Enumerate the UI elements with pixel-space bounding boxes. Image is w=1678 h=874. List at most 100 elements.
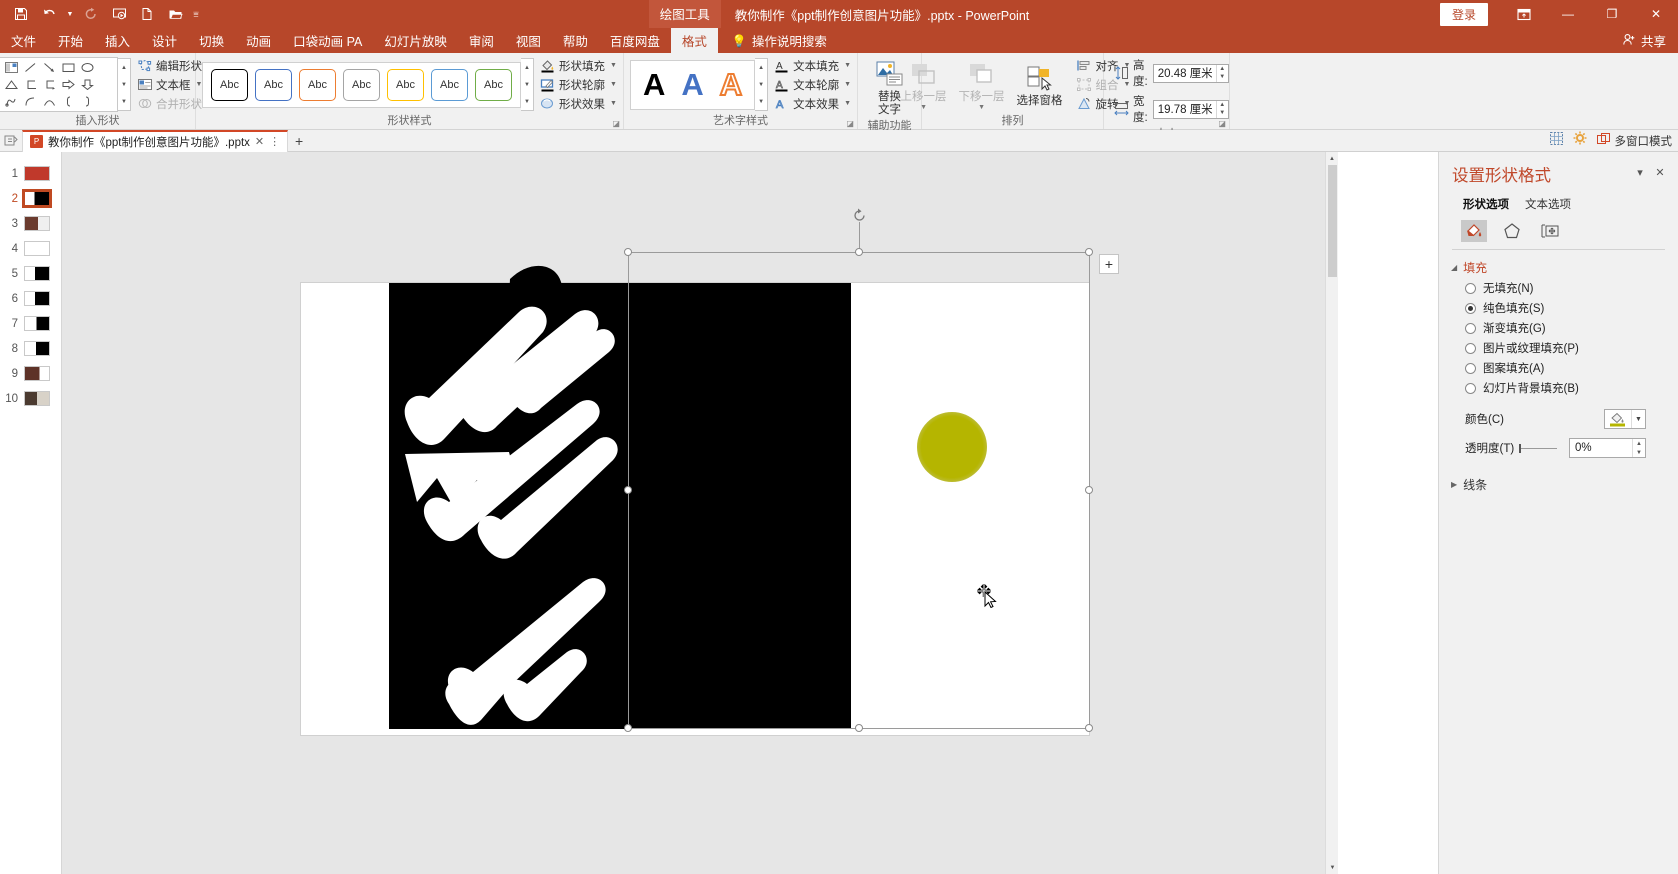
height-spin-up-icon[interactable]: ▲ <box>1217 65 1228 74</box>
shape-styles-scroll[interactable]: ▲ ▼ ▼ <box>521 58 535 111</box>
slide-thumbnail-image[interactable] <box>24 166 50 181</box>
slide-thumbnail-image[interactable] <box>24 341 50 356</box>
minimize-button[interactable]: — <box>1546 0 1590 28</box>
shape-freeform-icon[interactable] <box>2 93 21 110</box>
tab-review[interactable]: 审阅 <box>458 28 505 53</box>
transparency-spin-down-icon[interactable]: ▼ <box>1633 448 1645 457</box>
save-icon[interactable] <box>8 2 34 26</box>
grid-toggle-icon[interactable] <box>1549 131 1563 150</box>
shape-effects-button[interactable]: 形状效果 ▼ <box>540 96 617 112</box>
shape-triangle-icon[interactable] <box>2 76 21 93</box>
shapes-more-icon[interactable]: ▼ <box>118 93 130 110</box>
shape-outline-caret-icon[interactable]: ▼ <box>610 81 617 88</box>
slide-thumbnail-2[interactable]: 2 <box>0 186 61 211</box>
document-tab-more-icon[interactable]: ⋮ <box>269 135 280 148</box>
shapes-scroll-down-icon[interactable]: ▼ <box>118 76 130 93</box>
slide-thumbnail-image[interactable] <box>24 316 50 331</box>
transparency-spin-up-icon[interactable]: ▲ <box>1633 439 1645 448</box>
slide-canvas[interactable]: + <box>62 152 1338 874</box>
selection-handle-middle-left[interactable] <box>624 486 632 494</box>
text-outline-button[interactable]: A 文本轮廓 ▼ <box>774 77 851 93</box>
tab-pocket-animation[interactable]: 口袋动画 PA <box>282 28 373 53</box>
signin-button[interactable]: 登录 <box>1439 2 1488 26</box>
tab-animations[interactable]: 动画 <box>235 28 282 53</box>
tab-format[interactable]: 格式 <box>670 28 718 53</box>
fill-option-picture-texture-fill[interactable]: 图片或纹理填充(P) <box>1439 336 1678 356</box>
radio-slide-background-fill[interactable] <box>1465 382 1476 394</box>
height-spin-down-icon[interactable]: ▼ <box>1217 73 1228 82</box>
text-effects-caret-icon[interactable]: ▼ <box>844 100 851 107</box>
radio-pattern-fill[interactable] <box>1465 362 1476 374</box>
tab-slideshow[interactable]: 幻灯片放映 <box>373 28 458 53</box>
transparency-input[interactable] <box>1570 439 1632 457</box>
wordart-swatch[interactable]: A <box>719 68 743 101</box>
slide-thumbnail-image[interactable] <box>24 241 50 256</box>
text-effects-button[interactable]: A 文本效果 ▼ <box>774 96 851 112</box>
tab-file[interactable]: 文件 <box>0 28 47 53</box>
slide-thumbnail-6[interactable]: 6 <box>0 286 61 311</box>
text-outline-caret-icon[interactable]: ▼ <box>844 81 851 88</box>
shape-elbow-connector-icon[interactable] <box>21 76 40 93</box>
shape-style-swatch[interactable]: Abc <box>211 68 249 101</box>
radio-no-fill[interactable] <box>1465 282 1476 294</box>
styles-scroll-down-icon[interactable]: ▼ <box>521 76 533 93</box>
line-section-expand-icon[interactable]: ▶ <box>1451 480 1457 489</box>
wordart-swatch[interactable]: A <box>681 69 703 100</box>
document-tab-close-icon[interactable]: ✕ <box>255 135 264 148</box>
rotation-handle[interactable] <box>852 208 866 222</box>
tab-design[interactable]: 设计 <box>141 28 188 53</box>
selection-pane-button[interactable]: 选择窗格 <box>1011 59 1069 110</box>
new-file-icon[interactable] <box>134 2 160 26</box>
shape-curve-icon[interactable] <box>40 93 59 110</box>
restore-button[interactable]: ❐ <box>1590 0 1634 28</box>
wordart-scroll-up-icon[interactable]: ▲ <box>755 59 767 76</box>
size-dialog-launcher[interactable]: ◪ <box>1218 119 1226 128</box>
shape-style-swatch[interactable]: Abc <box>431 68 469 101</box>
width-spin-down-icon[interactable]: ▼ <box>1217 109 1228 118</box>
tab-list-icon[interactable] <box>0 134 22 147</box>
shape-vertical-textbox-icon[interactable] <box>2 59 21 76</box>
scroll-down-icon[interactable]: ▼ <box>1326 861 1339 874</box>
shape-style-swatch[interactable]: Abc <box>255 68 293 101</box>
shape-elbow-arrow-icon[interactable] <box>40 76 59 93</box>
scroll-thumb[interactable] <box>1328 165 1337 277</box>
slide-thumbnail-9[interactable]: 9 <box>0 361 61 386</box>
shape-arc-icon[interactable] <box>21 93 40 110</box>
size-properties-icon[interactable] <box>1537 220 1563 242</box>
width-spin-arrows[interactable]: ▲ ▼ <box>1215 100 1228 118</box>
undo-icon[interactable] <box>36 2 62 26</box>
radio-solid-fill[interactable] <box>1465 302 1476 314</box>
pane-dropdown-icon[interactable]: ▾ <box>1630 162 1650 182</box>
slide-thumbnail-image[interactable] <box>24 266 50 281</box>
slide-thumbnail-image[interactable] <box>24 216 50 231</box>
new-document-tab-button[interactable]: + <box>288 130 310 152</box>
slide-thumbnail-7[interactable]: 7 <box>0 311 61 336</box>
selection-handle-bottom-center[interactable] <box>855 724 863 732</box>
wordart-styles-gallery[interactable]: A A A <box>629 59 756 110</box>
pane-tab-shape-options[interactable]: 形状选项 <box>1463 196 1509 212</box>
selection-handle-bottom-right[interactable] <box>1085 724 1093 732</box>
undo-caret-icon[interactable]: ▼ <box>64 2 76 26</box>
start-slideshow-icon[interactable] <box>106 2 132 26</box>
canvas-vertical-scrollbar[interactable]: ▲ ▼ <box>1325 152 1338 874</box>
styles-scroll-up-icon[interactable]: ▲ <box>521 59 533 76</box>
slide-thumbnail-4[interactable]: 4 <box>0 236 61 261</box>
width-spin-up-icon[interactable]: ▲ <box>1217 101 1228 110</box>
multi-window-mode-button[interactable]: 多窗口模式 <box>1596 133 1672 149</box>
selection-handle-top-left[interactable] <box>624 248 632 256</box>
slide-thumbnail-image[interactable] <box>24 366 50 381</box>
width-input[interactable] <box>1153 100 1216 118</box>
ribbon-display-options-icon[interactable] <box>1502 0 1546 28</box>
width-stepper[interactable]: ▲ ▼ <box>1152 99 1229 119</box>
fill-option-no-fill[interactable]: 无填充(N) <box>1439 276 1678 296</box>
slide-thumbnail-1[interactable]: 1 <box>0 161 61 186</box>
wordart-dialog-launcher[interactable]: ◪ <box>846 119 854 128</box>
slide-thumbnail-3[interactable]: 3 <box>0 211 61 236</box>
shape-left-brace-icon[interactable] <box>59 93 78 110</box>
wordart-styles-scroll[interactable]: ▲ ▼ ▼ <box>755 58 769 111</box>
slide-thumbnail-image[interactable] <box>24 291 50 306</box>
tell-me-search[interactable]: 💡 操作说明搜索 <box>718 28 827 53</box>
redo-icon[interactable] <box>78 2 104 26</box>
transparency-slider-knob[interactable] <box>1519 443 1521 453</box>
transparency-slider[interactable] <box>1519 443 1557 453</box>
